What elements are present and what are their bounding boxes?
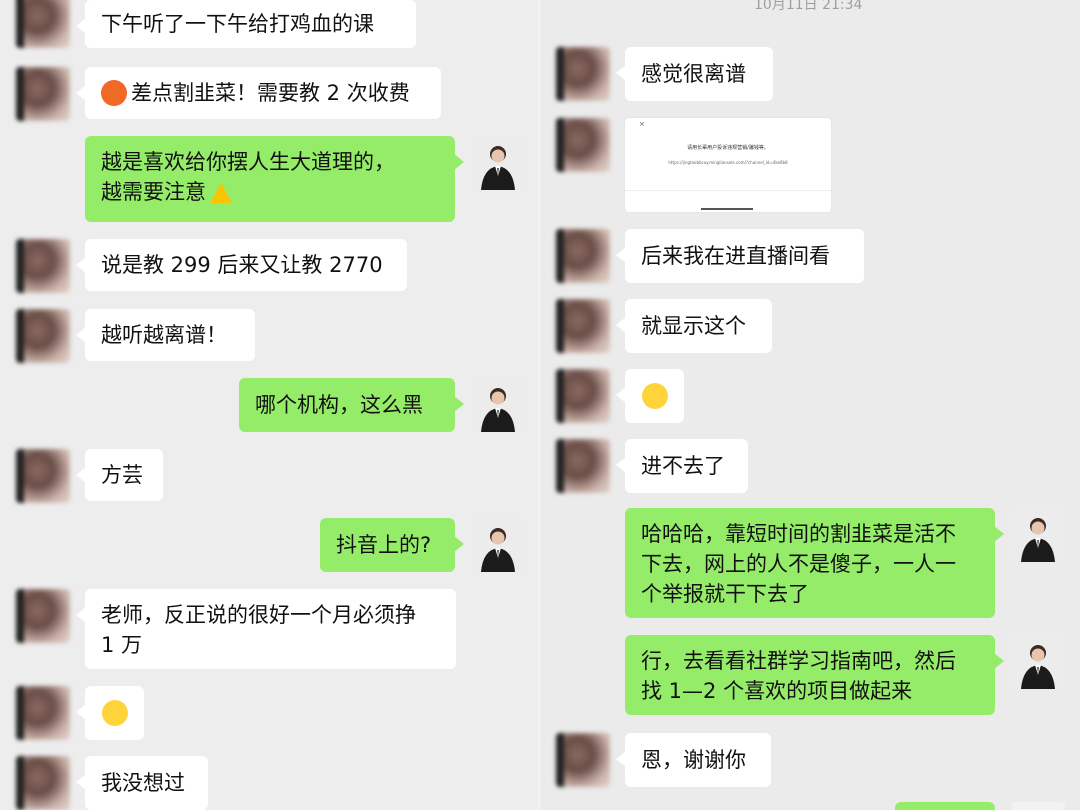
message-text: 恩，谢谢你 [641,748,746,772]
man-in-suit-icon [471,378,525,432]
message-bubble[interactable]: 进不去了 [616,439,748,493]
close-icon: × [639,120,645,128]
timestamp: 10月11日 21:34 [754,0,863,13]
message-text: 下午听了一下午给打鸡血的课 [101,12,374,36]
message-text: 抖音上的? [336,533,432,557]
thinking-face-icon [101,700,128,726]
man-in-suit-icon [471,136,525,190]
message-bubble[interactable]: 感觉很离谱 [616,47,773,101]
contact-avatar[interactable] [16,309,70,363]
message-bubble[interactable]: 越是喜欢给你摆人生大道理的， 越需要注意 [85,136,464,222]
message-bubble[interactable]: 越听越离谱！ [76,309,255,361]
message-text: 越是喜欢给你摆人生大道理的， [101,150,395,174]
contact-avatar[interactable] [556,118,610,172]
message-bubble[interactable] [616,369,684,423]
message-bubble[interactable]: 恩，谢谢你 [616,733,771,787]
message-text: 找 1—2 个喜欢的项目做起来 [641,679,913,703]
message-text: 差点割韭菜！需要教 2 次收费 [131,81,410,105]
contact-avatar[interactable] [16,756,70,810]
message-text: 说是教 299 后来又让教 2770 [101,253,383,277]
screenshot-title: 请用长辈用户投诉违规营销/骗钱等。 [687,145,769,151]
user-avatar[interactable] [471,378,525,432]
message-text: 感觉很离谱 [641,62,746,86]
message-text: 后来我在进直播间看 [641,244,830,268]
contact-avatar[interactable] [556,47,610,101]
message-bubble[interactable]: 哪个机构，这么黑 [239,378,464,432]
man-in-suit-icon [1011,635,1065,689]
screenshot-image[interactable]: × 请用长辈用户投诉违规营销/骗钱等。 https://jingtaobbcay… [625,118,831,212]
message-text: 老师，反正说的很好一个月必须挣 [101,603,416,627]
user-avatar[interactable] [1011,508,1065,562]
user-avatar[interactable] [471,136,525,190]
message-text: 1 万 [101,633,143,657]
warning-icon [210,183,232,203]
contact-avatar[interactable] [556,439,610,493]
contact-avatar[interactable] [556,229,610,283]
message-text: 哪个机构，这么黑 [255,393,423,417]
message-bubble[interactable]: 差点割韭菜！需要教 2 次收费 [76,67,441,119]
message-text: 个举报就干下去了 [641,582,809,606]
divider [625,190,831,191]
contact-avatar[interactable] [556,369,610,423]
home-indicator [701,208,753,210]
message-text: 下去，网上的人不是傻子，一人一 [641,552,956,576]
contact-avatar[interactable] [16,589,70,643]
message-bubble[interactable]: 下午听了一下午给打鸡血的课 [76,0,416,48]
contact-avatar[interactable] [16,67,70,121]
message-text: 越需要注意 [101,180,206,204]
user-avatar[interactable] [1011,802,1065,810]
message-text: 行，去看看社群学习指南吧，然后 [641,649,956,673]
user-avatar[interactable] [1011,635,1065,689]
message-bubble[interactable]: 我没想过 [76,756,208,810]
message-bubble[interactable] [76,686,144,740]
message-bubble[interactable]: 说是教 299 后来又让教 2770 [76,239,407,291]
message-text: 方芸 [101,463,143,487]
message-bubble[interactable]: 就显示这个 [616,299,772,353]
left-chat-panel: 下午听了一下午给打鸡血的课 差点割韭菜！需要教 2 次收费 越是喜欢给你摆人生大… [0,0,540,810]
man-in-suit-icon [471,518,525,572]
message-text: 就显示这个 [641,314,746,338]
contact-avatar[interactable] [556,733,610,787]
angry-face-icon [101,80,127,106]
contact-avatar[interactable] [16,449,70,503]
message-bubble[interactable]: 哈哈哈，靠短时间的割韭菜是活不 下去，网上的人不是傻子，一人一 个举报就干下去了 [625,508,1004,618]
thinking-face-icon [641,383,668,409]
message-text: 越听越离谱！ [101,323,227,347]
user-avatar[interactable] [471,518,525,572]
message-bubble[interactable]: 后来我在进直播间看 [616,229,864,283]
message-text: 我没想过 [101,771,185,795]
partial-message-bubble[interactable] [895,802,995,810]
right-chat-panel: 10月11日 21:34 感觉很离谱 × 请用长辈用户投诉违规营销/骗钱等。 h… [540,0,1080,810]
screenshot-url: https://jingtaobbcay.mingliansole.com/?c… [668,160,788,165]
message-text: 进不去了 [641,454,725,478]
contact-avatar[interactable] [16,239,70,293]
contact-avatar[interactable] [16,0,70,48]
man-in-suit-icon [1011,508,1065,562]
message-text: 哈哈哈，靠短时间的割韭菜是活不 [641,522,956,546]
message-bubble[interactable]: 行，去看看社群学习指南吧，然后 找 1—2 个喜欢的项目做起来 [625,635,1004,715]
contact-avatar[interactable] [556,299,610,353]
message-bubble[interactable]: 抖音上的? [320,518,464,572]
message-bubble[interactable]: 老师，反正说的很好一个月必须挣 1 万 [76,589,456,669]
message-bubble[interactable]: 方芸 [76,449,163,501]
contact-avatar[interactable] [16,686,70,740]
